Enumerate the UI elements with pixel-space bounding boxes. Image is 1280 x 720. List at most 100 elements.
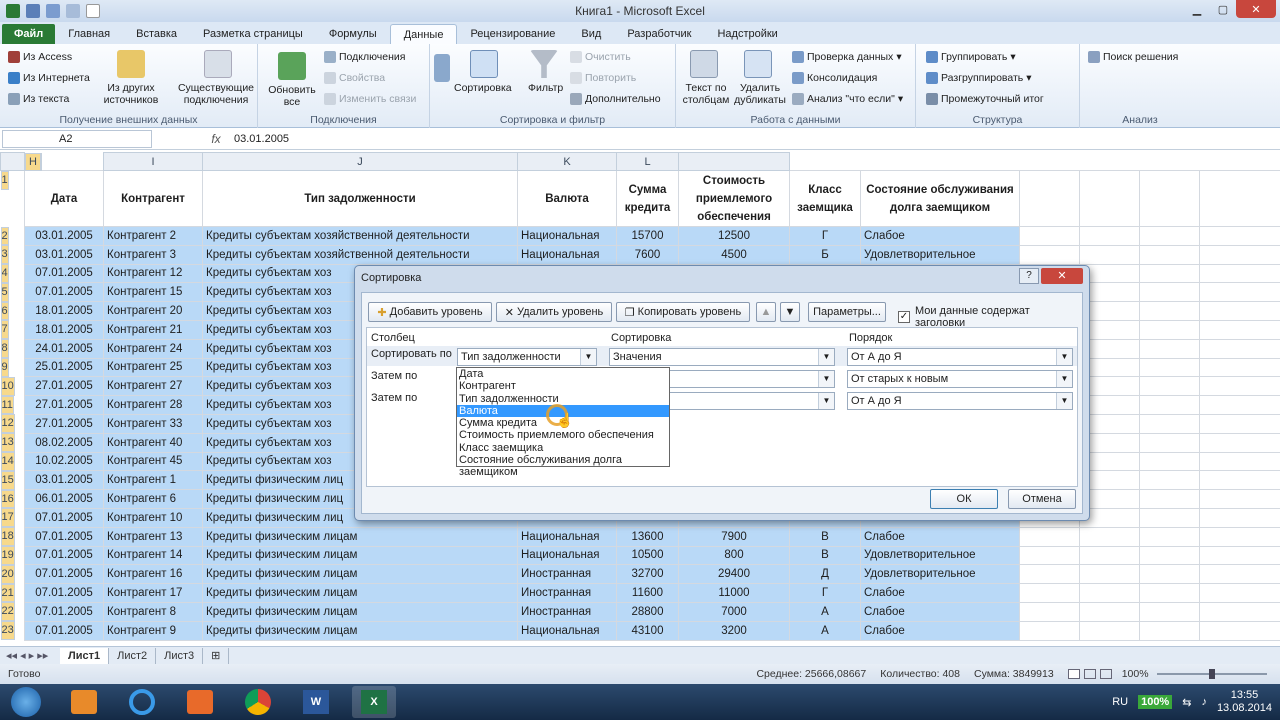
move-down-button[interactable]: ▼: [780, 302, 800, 322]
data-cell[interactable]: Д: [789, 564, 861, 585]
row-header[interactable]: 23: [0, 621, 15, 641]
data-cell[interactable]: 7000: [678, 601, 790, 622]
data-cell[interactable]: 4500: [678, 244, 790, 265]
data-cell[interactable]: Слабое: [860, 620, 1020, 641]
data-cell[interactable]: 03.01.2005: [24, 470, 104, 491]
connections-button[interactable]: Подключения: [324, 51, 405, 63]
data-cell[interactable]: В: [789, 526, 861, 547]
select-all[interactable]: [0, 152, 25, 171]
language-indicator[interactable]: RU: [1112, 696, 1128, 708]
function-icon[interactable]: fx: [206, 132, 226, 146]
data-cell[interactable]: Контрагент 20: [103, 301, 203, 321]
data-cell[interactable]: 07.01.2005: [24, 564, 104, 585]
data-cell[interactable]: Контрагент 10: [103, 507, 203, 528]
tab-view[interactable]: Вид: [568, 24, 614, 44]
tab-data[interactable]: Данные: [389, 24, 458, 44]
row-header[interactable]: 12: [0, 414, 15, 434]
level-3-order-select[interactable]: От А до Я ▼: [847, 392, 1073, 410]
taskbar-media[interactable]: [178, 686, 222, 718]
header-cell[interactable]: Стоимость приемлемого обеспечения: [678, 170, 790, 227]
filter-button[interactable]: Фильтр: [528, 82, 563, 94]
clock[interactable]: 13:55 13.08.2014: [1217, 689, 1272, 715]
clear-button[interactable]: Очистить: [570, 51, 631, 63]
taskbar-ie[interactable]: [120, 686, 164, 718]
cancel-button[interactable]: Отмена: [1008, 489, 1076, 509]
insert-sheet-icon[interactable]: ⊞: [203, 647, 230, 664]
data-cell[interactable]: Контрагент 24: [103, 338, 203, 359]
data-cell[interactable]: 27.01.2005: [24, 413, 104, 434]
column-header-I[interactable]: I: [103, 152, 203, 171]
from-access-button[interactable]: Из Access: [8, 51, 72, 63]
header-cell[interactable]: Состояние обслуживания долга заемщиком: [860, 170, 1020, 227]
from-web-button[interactable]: Из Интернета: [8, 72, 90, 84]
tab-page-layout[interactable]: Разметка страницы: [190, 24, 316, 44]
row-header[interactable]: 16: [0, 489, 15, 509]
data-cell[interactable]: Кредиты физическим лицам: [202, 620, 518, 641]
data-cell[interactable]: 24.01.2005: [24, 338, 104, 359]
data-cell[interactable]: 11600: [616, 583, 679, 603]
data-cell[interactable]: 07.01.2005: [24, 263, 104, 284]
data-cell[interactable]: 07.01.2005: [24, 583, 104, 603]
data-validation-button[interactable]: Проверка данных ▾: [792, 51, 902, 63]
data-cell[interactable]: Удовлетворительное: [860, 564, 1020, 585]
data-cell[interactable]: 7900: [678, 526, 790, 547]
row-header[interactable]: 18: [0, 527, 15, 547]
data-cell[interactable]: Контрагент 2: [103, 226, 203, 246]
header-cell[interactable]: Дата: [24, 170, 104, 227]
dropdown-option[interactable]: Состояние обслуживания долга заемщиком: [457, 454, 669, 478]
data-cell[interactable]: Кредиты физическим лицам: [202, 545, 518, 566]
dropdown-option[interactable]: Контрагент: [457, 380, 669, 392]
data-cell[interactable]: А: [789, 620, 861, 641]
data-cell[interactable]: Национальная: [517, 244, 617, 265]
tab-formulas[interactable]: Формулы: [316, 24, 390, 44]
tab-developer[interactable]: Разработчик: [614, 24, 704, 44]
text-to-columns-button[interactable]: Текст по столбцам: [680, 82, 732, 106]
ungroup-button[interactable]: Разгруппировать ▾: [926, 72, 1032, 84]
data-cell[interactable]: Контрагент 27: [103, 376, 203, 397]
data-cell[interactable]: 08.02.2005: [24, 432, 104, 453]
data-cell[interactable]: Кредиты физическим лицам: [202, 526, 518, 547]
remove-duplicates-button[interactable]: Удалить дубликаты: [732, 82, 788, 106]
data-cell[interactable]: 11000: [678, 583, 790, 603]
row-header[interactable]: 13: [0, 433, 15, 453]
battery-indicator[interactable]: 100%: [1138, 695, 1173, 709]
row-header[interactable]: 3: [0, 245, 9, 265]
data-cell[interactable]: Кредиты физическим лицам: [202, 601, 518, 622]
data-cell[interactable]: 07.01.2005: [24, 507, 104, 528]
header-cell[interactable]: Контрагент: [103, 170, 203, 227]
row-header[interactable]: 8: [0, 339, 9, 359]
dropdown-option[interactable]: Тип задолженности: [457, 393, 669, 405]
taskbar-word[interactable]: W: [294, 686, 338, 718]
data-cell[interactable]: 07.01.2005: [24, 282, 104, 303]
dropdown-option[interactable]: Стоимость приемлемого обеспечения: [457, 429, 669, 441]
data-cell[interactable]: Иностранная: [517, 583, 617, 603]
delete-level-button[interactable]: ✕ Удалить уровень: [496, 302, 612, 322]
data-cell[interactable]: Кредиты физическим лицам: [202, 583, 518, 603]
reapply-button[interactable]: Повторить: [570, 72, 636, 84]
header-cell[interactable]: Тип задолженности: [202, 170, 518, 227]
row-header[interactable]: 11: [0, 395, 14, 415]
other-sources-button[interactable]: Из других источников: [98, 82, 164, 106]
data-cell[interactable]: Контрагент 40: [103, 432, 203, 453]
headers-checkbox[interactable]: ✓: [898, 311, 910, 323]
sort-button[interactable]: Сортировка: [454, 82, 512, 94]
ok-button[interactable]: ОК: [930, 489, 998, 509]
data-cell[interactable]: Кредиты субъектам хозяйственной деятельн…: [202, 226, 518, 246]
data-cell[interactable]: 18.01.2005: [24, 301, 104, 321]
column-header-J[interactable]: J: [202, 152, 518, 171]
network-icon[interactable]: ⇆: [1182, 696, 1191, 709]
data-cell[interactable]: 43100: [616, 620, 679, 641]
row-header[interactable]: 21: [0, 583, 15, 603]
data-cell[interactable]: 10.02.2005: [24, 451, 104, 472]
data-cell[interactable]: В: [789, 545, 861, 566]
data-cell[interactable]: Контрагент 12: [103, 263, 203, 284]
level-2-order-select[interactable]: От старых к новым ▼: [847, 370, 1073, 388]
dropdown-option[interactable]: Класс заемщика: [457, 442, 669, 454]
data-cell[interactable]: Слабое: [860, 583, 1020, 603]
row-header[interactable]: 4: [0, 264, 9, 283]
data-cell[interactable]: Контрагент 6: [103, 489, 203, 509]
header-cell[interactable]: Сумма кредита: [616, 170, 679, 227]
tab-review[interactable]: Рецензирование: [457, 24, 568, 44]
data-cell[interactable]: Национальная: [517, 526, 617, 547]
data-cell[interactable]: Контрагент 33: [103, 413, 203, 434]
